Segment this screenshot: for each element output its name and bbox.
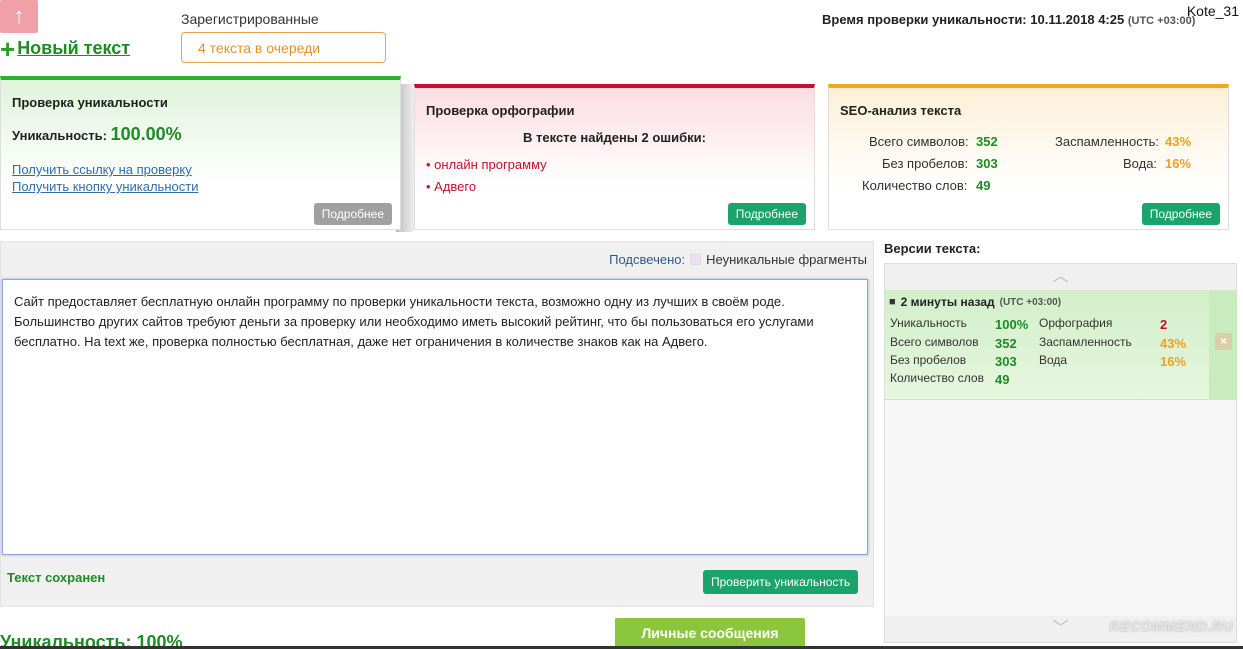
spelling-more-button[interactable]: Подробнее [727,203,806,225]
get-check-link[interactable]: Получить ссылку на проверку [12,162,192,177]
get-uniqueness-button-link[interactable]: Получить кнопку уникальности [12,179,198,194]
version-uniq-value: 100% [995,317,1029,332]
version-uniq-label: Уникальность [890,316,967,330]
versions-panel: ︿ ■ 2 минуты назад (UTC +03:00) Уникальн… [884,263,1237,643]
chevron-down-icon: ﹀ [1052,620,1069,637]
version-total-value: 352 [995,336,1017,351]
highlight-swatch [690,254,702,265]
uniqueness-value: 100.00% [110,124,182,144]
queue-button[interactable]: 4 текста в очереди [181,32,386,63]
spelling-error-item[interactable]: • Адвего [426,179,476,194]
text-line: бесплатно. На text же, проверка полность… [14,334,708,349]
version-time: 2 минуты назад [900,295,995,309]
uniqueness-card: Проверка уникальности Уникальность: 100.… [0,76,401,230]
versions-scroll-up[interactable]: ︿ [885,264,1236,290]
saved-status: Текст сохранен [7,570,106,585]
seo-more-button[interactable]: Подробнее [1141,203,1220,225]
uniqueness-line: Уникальность: 100.00% [12,124,182,145]
spelling-card-title: Проверка орфографии [426,103,575,118]
seo-spam-value: 43% [1165,134,1192,149]
lock-icon: ■ [889,296,896,308]
check-uniqueness-button[interactable]: Проверить уникальность [703,570,859,594]
messages-button[interactable]: Личные сообщения [615,618,805,649]
seo-total-chars-value: 352 [976,134,998,149]
new-text-link[interactable]: + Новый текст [0,33,131,64]
uniqueness-card-title: Проверка уникальности [12,95,168,110]
check-time-tz: (UTC +03:00) [1127,15,1196,27]
version-words-value: 49 [995,372,1010,387]
text-line: Сайт предоставляет бесплатную онлайн про… [14,294,785,309]
scroll-top-button[interactable]: ↑ [0,0,38,33]
seo-words-label: Количество слов: [862,178,968,193]
close-icon[interactable]: × [1215,333,1232,350]
version-spam-value: 43% [1160,336,1187,351]
version-side: × [1209,290,1237,400]
seo-no-spaces-label: Без пробелов: [882,156,969,171]
check-time-text: Время проверки уникальности: 10.11.2018 … [822,12,1125,27]
version-nospace-label: Без пробелов [890,353,967,367]
registered-label: Зарегистрированные [181,11,319,27]
check-time: Время проверки уникальности: 10.11.2018 … [822,12,1195,27]
seo-total-chars-label: Всего символов: [869,134,969,149]
spelling-error-item[interactable]: • онлайн программу [426,157,547,172]
editor-panel: Подсвечено: Неуникальные фрагменты Сайт … [0,241,874,607]
version-nospace-value: 303 [995,354,1017,369]
watermark: RECOMMEND.RU [1109,618,1233,634]
version-spell-value: 2 [1160,317,1168,332]
spelling-card: Проверка орфографии В тексте найдены 2 о… [414,84,815,230]
version-header: ■ 2 минуты назад (UTC +03:00) [889,295,1061,309]
seo-water-label: Вода: [1123,156,1158,171]
version-spell-label: Орфография [1039,316,1113,330]
version-water-value: 16% [1160,354,1187,369]
new-text-label: Новый текст [17,38,131,58]
version-spam-label: Заспамленность [1039,335,1132,349]
seo-card-title: SEO-анализ текста [840,103,962,118]
seo-spam-label: Заспамленность: [1055,134,1160,149]
plus-icon: + [0,33,16,64]
uniqueness-more-button[interactable]: Подробнее [313,203,392,225]
seo-water-value: 16% [1165,156,1192,171]
highlight-label: Неуникальные фрагменты [706,252,867,267]
username[interactable]: Kote_31 [1187,3,1239,19]
spelling-summary: В тексте найдены 2 ошибки: [523,130,706,145]
highlight-legend: Подсвечено: Неуникальные фрагменты [609,252,867,267]
arrow-up-icon: ↑ [13,3,25,28]
text-line: Большинство других сайтов требуют деньги… [14,314,814,329]
uniqueness-label: Уникальность: [12,128,107,143]
version-tz: (UTC +03:00) [999,296,1062,308]
version-total-label: Всего символов [890,335,979,349]
versions-title: Версии текста: [884,241,981,256]
seo-card: SEO-анализ текста Всего символов: 352 Бе… [828,84,1229,230]
text-editor[interactable]: Сайт предоставляет бесплатную онлайн про… [2,279,868,555]
version-water-label: Вода [1039,353,1068,367]
chevron-up-icon: ︿ [1052,268,1069,285]
seo-words-value: 49 [976,178,991,193]
highlight-prefix: Подсвечено: [609,252,686,267]
version-words-label: Количество слов [890,371,984,385]
version-item[interactable]: ■ 2 минуты назад (UTC +03:00) Уникальнос… [885,290,1209,400]
seo-no-spaces-value: 303 [976,156,998,171]
